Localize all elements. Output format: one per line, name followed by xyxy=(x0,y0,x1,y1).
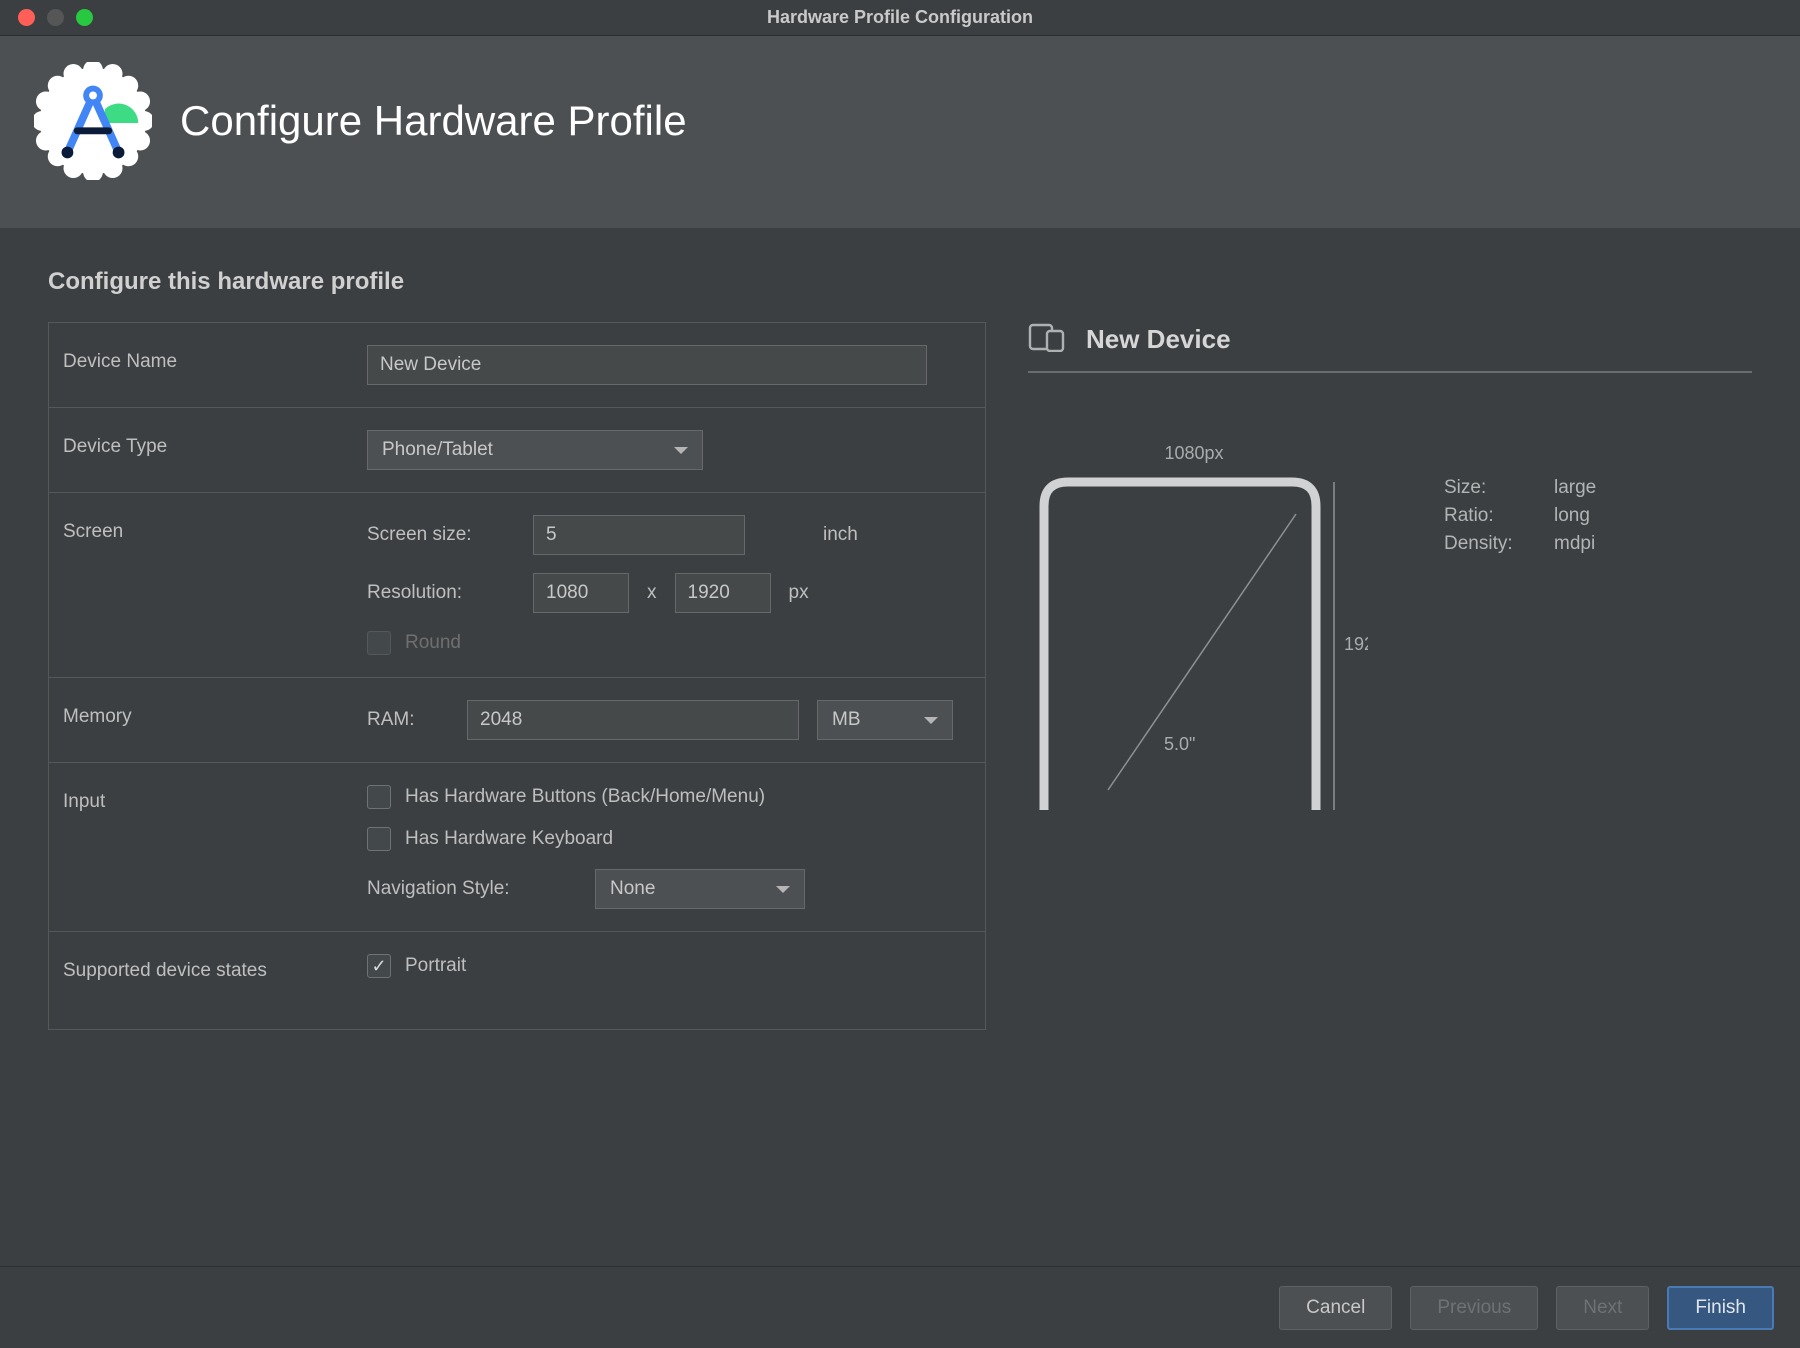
ram-input[interactable] xyxy=(467,700,799,740)
spec-size-value: large xyxy=(1554,477,1596,499)
chevron-down-icon xyxy=(924,717,938,724)
chevron-down-icon xyxy=(776,886,790,893)
resolution-label: Resolution: xyxy=(367,582,515,604)
preview-diagonal-label: 5.0" xyxy=(1164,734,1195,754)
preview-height-label: 1920px xyxy=(1344,634,1368,654)
footer: Cancel Previous Next Finish xyxy=(0,1266,1800,1348)
round-checkbox-label: Round xyxy=(405,632,461,654)
resolution-height-input[interactable] xyxy=(675,573,771,613)
ram-unit-select[interactable]: MB xyxy=(817,700,953,740)
resolution-sep: x xyxy=(647,582,657,604)
form-panel: Device Name Device Type Phone/Tablet xyxy=(48,322,986,1030)
spec-ratio-value: long xyxy=(1554,505,1590,527)
hardware-buttons-label: Has Hardware Buttons (Back/Home/Menu) xyxy=(405,786,765,808)
window-title: Hardware Profile Configuration xyxy=(0,7,1800,28)
devices-icon xyxy=(1028,322,1066,357)
hardware-keyboard-checkbox[interactable]: ✓ Has Hardware Keyboard xyxy=(367,827,971,851)
device-type-value: Phone/Tablet xyxy=(382,439,493,461)
ram-label: RAM: xyxy=(367,709,449,731)
spec-size-label: Size: xyxy=(1444,477,1536,499)
screen-label: Screen xyxy=(63,515,367,543)
ram-unit-value: MB xyxy=(832,709,861,731)
round-checkbox: ✓ Round xyxy=(367,631,461,655)
resolution-unit: px xyxy=(789,582,809,604)
screen-size-unit: inch xyxy=(823,524,858,546)
device-name-label: Device Name xyxy=(63,345,367,373)
section-subtitle: Configure this hardware profile xyxy=(48,268,1752,296)
hardware-buttons-checkbox[interactable]: ✓ Has Hardware Buttons (Back/Home/Menu) xyxy=(367,785,971,809)
next-button[interactable]: Next xyxy=(1556,1286,1649,1330)
chevron-down-icon xyxy=(674,447,688,454)
spec-density-value: mdpi xyxy=(1554,533,1595,555)
preview-device-name: New Device xyxy=(1086,324,1231,355)
resolution-width-input[interactable] xyxy=(533,573,629,613)
navigation-style-select[interactable]: None xyxy=(595,869,805,909)
page-title: Configure Hardware Profile xyxy=(180,97,687,145)
navigation-style-label: Navigation Style: xyxy=(367,878,577,900)
screen-size-label: Screen size: xyxy=(367,524,515,546)
preview-panel: New Device 1080px 5.0" 1920px xyxy=(1028,322,1752,1266)
header: Configure Hardware Profile xyxy=(0,36,1800,228)
screen-size-input[interactable] xyxy=(533,515,745,555)
device-type-label: Device Type xyxy=(63,430,367,458)
supported-states-label: Supported device states xyxy=(63,954,367,982)
device-name-input[interactable] xyxy=(367,345,927,385)
memory-label: Memory xyxy=(63,700,367,728)
titlebar: Hardware Profile Configuration xyxy=(0,0,1800,36)
previous-button[interactable]: Previous xyxy=(1410,1286,1538,1330)
android-studio-icon xyxy=(34,62,152,180)
device-type-select[interactable]: Phone/Tablet xyxy=(367,430,703,470)
navigation-style-value: None xyxy=(610,878,655,900)
cancel-button[interactable]: Cancel xyxy=(1279,1286,1392,1330)
preview-width-label: 1080px xyxy=(1028,443,1360,464)
device-preview-graphic: 1080px 5.0" 1920px xyxy=(1028,443,1360,815)
finish-button[interactable]: Finish xyxy=(1667,1286,1774,1330)
preview-specs: Size: large Ratio: long Density: mdpi xyxy=(1444,477,1596,815)
input-label: Input xyxy=(63,785,367,813)
spec-ratio-label: Ratio: xyxy=(1444,505,1536,527)
spec-density-label: Density: xyxy=(1444,533,1536,555)
portrait-label: Portrait xyxy=(405,955,466,977)
portrait-checkbox[interactable]: ✓ Portrait xyxy=(367,954,971,978)
hardware-keyboard-label: Has Hardware Keyboard xyxy=(405,828,613,850)
app-logo-badge xyxy=(34,62,152,180)
